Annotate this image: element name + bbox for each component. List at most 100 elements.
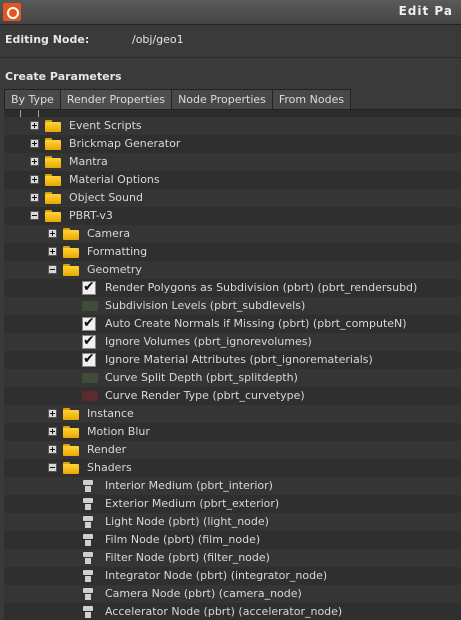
tree-folder-row[interactable]: Formatting <box>4 243 461 261</box>
tree-folder-row[interactable]: PBRT-v3 <box>4 207 461 225</box>
expand-icon[interactable] <box>48 229 57 238</box>
tree-item-label: Integrator Node (pbrt) (integrator_node) <box>105 569 328 582</box>
folder-icon <box>63 408 79 420</box>
tree-parameter-row[interactable]: Render Polygons as Subdivision (pbrt) (p… <box>4 279 461 297</box>
checkbox-icon <box>82 351 96 367</box>
folder-icon <box>45 210 61 222</box>
tree-item-label: Event Scripts <box>69 119 142 132</box>
expand-icon[interactable] <box>30 157 39 166</box>
tree-item-label: Ignore Volumes (pbrt_ignorevolumes) <box>105 335 312 348</box>
node-path-icon <box>82 480 94 492</box>
tree-item-label: Instance <box>87 407 134 420</box>
folder-icon <box>63 462 79 474</box>
tree-folder-row[interactable]: Mantra <box>4 153 461 171</box>
expand-icon[interactable] <box>30 175 39 184</box>
tree-parameter-row[interactable]: Film Node (pbrt) (film_node) <box>4 531 461 549</box>
folder-icon <box>63 264 79 276</box>
tree-item-label: PBRT-v3 <box>69 209 113 222</box>
tree-folder-row[interactable]: Render <box>4 441 461 459</box>
tree-item-label: Filter Node (pbrt) (filter_node) <box>105 551 270 564</box>
tree-item-label: Camera <box>87 227 131 240</box>
section-title: Create Parameters <box>5 70 122 83</box>
tree-item-label: Shaders <box>87 461 132 474</box>
editing-node-path: /obj/geo1 <box>132 33 184 46</box>
tree-item-label: Render Polygons as Subdivision (pbrt) (p… <box>105 281 418 294</box>
tab-node-properties[interactable]: Node Properties <box>171 89 273 109</box>
expand-icon[interactable] <box>48 247 57 256</box>
tree-item-label: Interior Medium (pbrt_interior) <box>105 479 273 492</box>
tree-parameter-row[interactable]: Curve Render Type (pbrt_curvetype) <box>4 387 461 405</box>
expand-icon[interactable] <box>48 445 57 454</box>
tree-folder-row[interactable]: Material Options <box>4 171 461 189</box>
tree-folder-row[interactable]: Instance <box>4 405 461 423</box>
expand-icon[interactable] <box>48 409 57 418</box>
tree-parameter-row[interactable]: Exterior Medium (pbrt_exterior) <box>4 495 461 513</box>
tab-render-properties[interactable]: Render Properties <box>59 89 173 109</box>
tree-item-label: Light Node (pbrt) (light_node) <box>105 515 269 528</box>
tree-item-label: Curve Split Depth (pbrt_splitdepth) <box>105 371 298 384</box>
tree-parameter-row[interactable]: Auto Create Normals if Missing (pbrt) (p… <box>4 315 461 333</box>
tree-folder-row[interactable]: Event Scripts <box>4 117 461 135</box>
collapse-icon[interactable] <box>48 265 57 274</box>
checkbox-icon <box>82 333 96 349</box>
tree-folder-row[interactable]: Object Sound <box>4 189 461 207</box>
expand-icon[interactable] <box>30 193 39 202</box>
tab-bar: By Type Render Properties Node Propertie… <box>4 89 352 109</box>
tree-parameter-row[interactable]: Subdivision Levels (pbrt_subdlevels) <box>4 297 461 315</box>
folder-icon <box>63 246 79 258</box>
tree-parameter-row[interactable]: Accelerator Node (pbrt) (accelerator_nod… <box>4 603 461 620</box>
tree-folder-row[interactable]: Geometry <box>4 261 461 279</box>
collapse-icon[interactable] <box>48 463 57 472</box>
tree-folder-row[interactable]: Camera <box>4 225 461 243</box>
tree-parameter-row[interactable]: Ignore Volumes (pbrt_ignorevolumes) <box>4 333 461 351</box>
tree-item-label: Subdivision Levels (pbrt_subdlevels) <box>105 299 306 312</box>
tree-folder-row[interactable]: Brickmap Generator <box>4 135 461 153</box>
tree-item-label: Accelerator Node (pbrt) (accelerator_nod… <box>105 605 343 618</box>
divider <box>0 57 461 58</box>
folder-icon <box>63 426 79 438</box>
tree-item-label: Render <box>87 443 127 456</box>
folder-icon <box>45 120 61 132</box>
menu-parm-icon <box>82 391 98 401</box>
tree-parameter-row[interactable]: Filter Node (pbrt) (filter_node) <box>4 549 461 567</box>
node-path-icon <box>82 552 94 564</box>
node-path-icon <box>82 534 94 546</box>
tree-parameter-row[interactable]: Curve Split Depth (pbrt_splitdepth) <box>4 369 461 387</box>
tab-from-nodes[interactable]: From Nodes <box>271 89 352 109</box>
tree-parameter-row[interactable]: Interior Medium (pbrt_interior) <box>4 477 461 495</box>
tree-item-label: Material Options <box>69 173 160 186</box>
numeric-parm-icon <box>82 301 98 311</box>
expand-icon[interactable] <box>48 427 57 436</box>
collapse-icon[interactable] <box>30 211 39 220</box>
tree-item-label: Geometry <box>87 263 142 276</box>
tree-item-label: Auto Create Normals if Missing (pbrt) (p… <box>105 317 407 330</box>
node-path-icon <box>82 570 94 582</box>
folder-icon <box>45 138 61 150</box>
editing-node-row: Editing Node: /obj/geo1 <box>0 25 461 55</box>
node-path-icon <box>82 606 94 618</box>
node-path-icon <box>82 588 94 600</box>
tree-parameter-row[interactable]: Ignore Material Attributes (pbrt_ignorem… <box>4 351 461 369</box>
editing-node-label: Editing Node: <box>5 33 90 46</box>
tree-item-label: Ignore Material Attributes (pbrt_ignorem… <box>105 353 373 366</box>
tree-item-label: Camera Node (pbrt) (camera_node) <box>105 587 302 600</box>
title-bar: Edit Pa <box>0 0 461 25</box>
tree-item-label: Motion Blur <box>87 425 150 438</box>
tree-item-label: Brickmap Generator <box>69 137 181 150</box>
tree-folder-row[interactable]: Motion Blur <box>4 423 461 441</box>
numeric-parm-icon <box>82 373 98 383</box>
tree-parameter-row[interactable]: Camera Node (pbrt) (camera_node) <box>4 585 461 603</box>
folder-icon <box>63 444 79 456</box>
folder-icon <box>45 156 61 168</box>
tree-folder-row[interactable]: Shaders <box>4 459 461 477</box>
node-path-icon <box>82 498 94 510</box>
tab-by-type[interactable]: By Type <box>4 89 61 109</box>
expand-icon[interactable] <box>30 139 39 148</box>
tree-parameter-row[interactable]: Integrator Node (pbrt) (integrator_node) <box>4 567 461 585</box>
tree-parameter-row[interactable]: Light Node (pbrt) (light_node) <box>4 513 461 531</box>
parameter-tree[interactable]: Event Scripts Brickmap Generator Mantra Mat… <box>4 109 461 620</box>
folder-icon <box>45 174 61 186</box>
tree-item-label: Mantra <box>69 155 108 168</box>
expand-icon[interactable] <box>30 121 39 130</box>
checkbox-icon <box>82 279 96 295</box>
